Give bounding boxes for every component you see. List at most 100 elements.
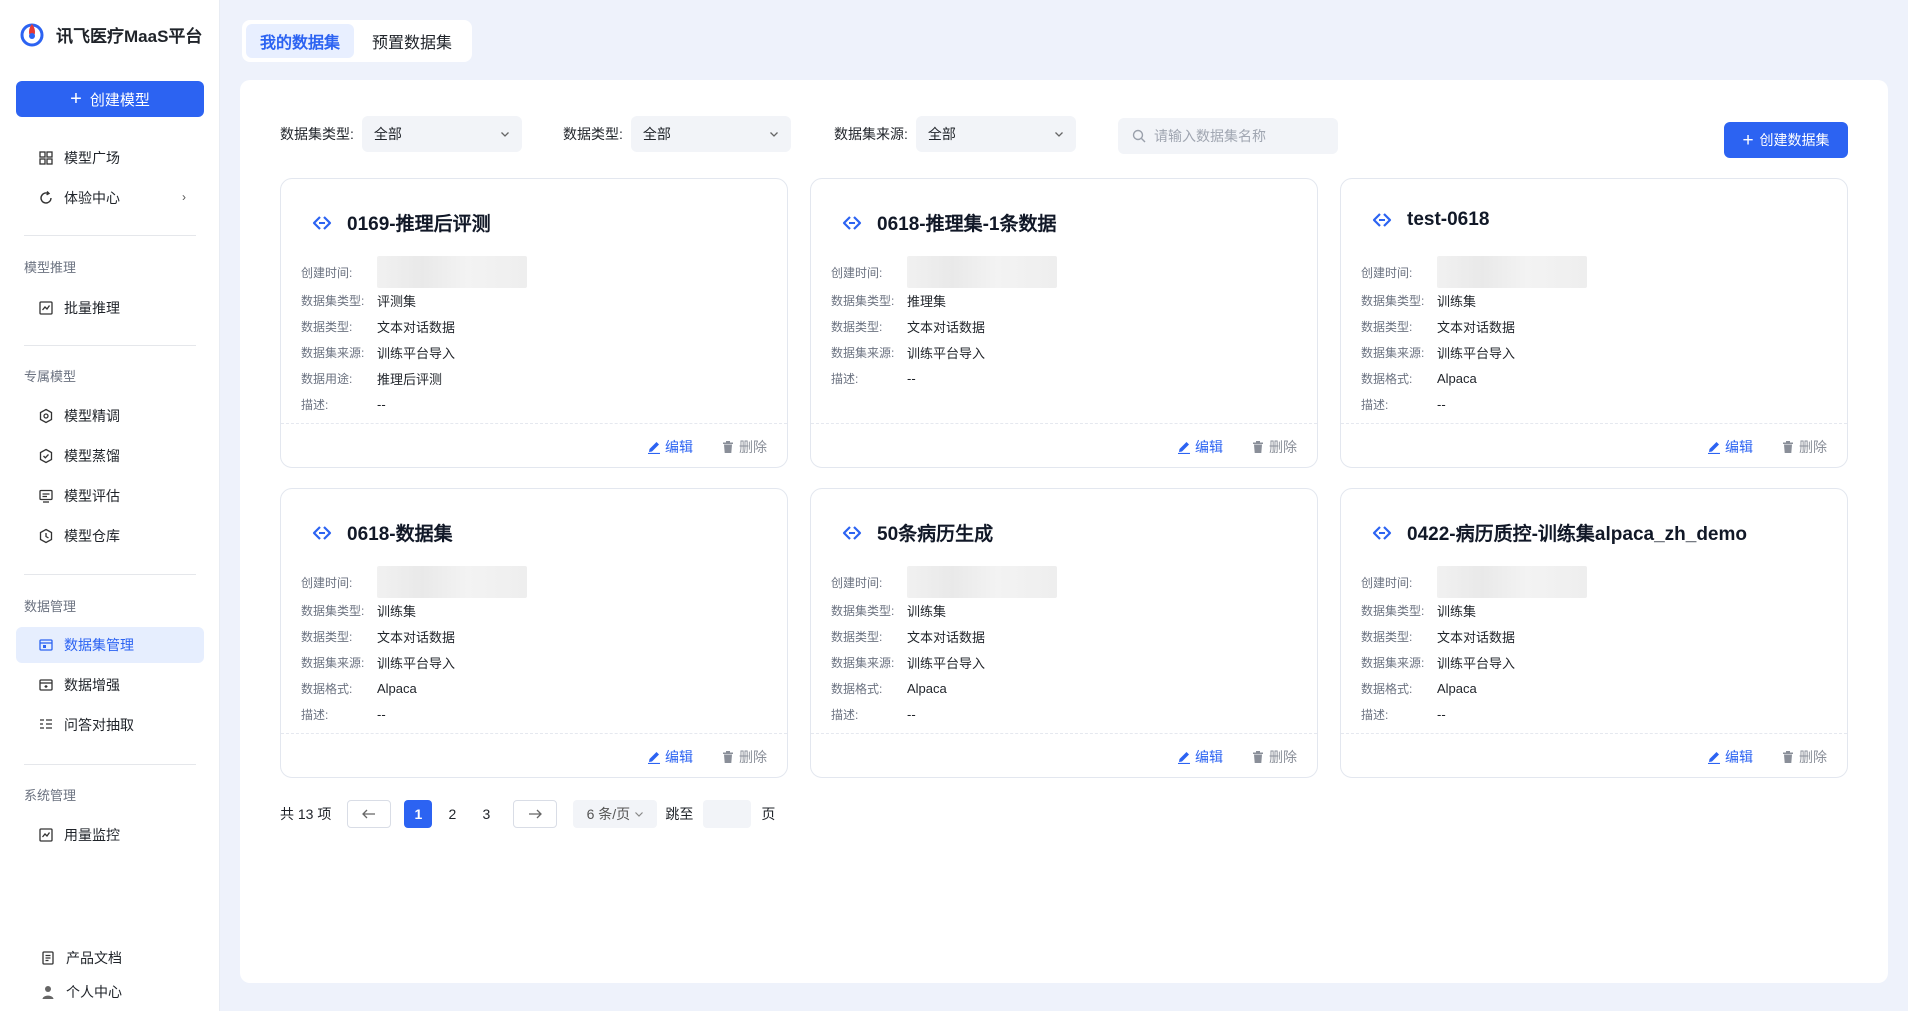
dataset-card[interactable]: 50条病历生成 创建时间: 数据集类型: 训练集 数据类型: 文本对话数据 数据… <box>810 488 1318 778</box>
row-label: 数据集来源: <box>301 655 365 670</box>
filter-data-type: 数据类型: 全部 <box>563 116 791 152</box>
card-actions: 编辑 删除 <box>1341 423 1847 467</box>
edit-button[interactable]: 编辑 <box>1707 747 1753 767</box>
sidebar-item-evaluate[interactable]: 模型评估 <box>16 478 204 514</box>
delete-button[interactable]: 删除 <box>1781 437 1827 457</box>
row-value: 评测集 <box>377 293 417 309</box>
card-title[interactable]: 0422-病历质控-训练集alpaca_zh_demo <box>1407 519 1747 546</box>
dataset-type-select[interactable]: 全部 <box>361 116 522 152</box>
jump-page-input[interactable] <box>703 800 752 828</box>
pagination: 共 13 项 1 2 3 6 条/页 跳至 页 <box>280 800 775 828</box>
card-row-created: 创建时间: <box>1361 566 1587 598</box>
sidebar-item-batch-inference[interactable]: 批量推理 <box>16 290 204 326</box>
card-actions: 编辑 删除 <box>281 423 787 467</box>
card-title[interactable]: test-0618 <box>1407 209 1489 231</box>
prev-page-button[interactable] <box>347 800 392 828</box>
sidebar-item-distill[interactable]: 模型蒸馏 <box>16 438 204 474</box>
dataset-link-icon <box>842 525 862 540</box>
row-value: 文本对话数据 <box>907 629 986 645</box>
row-value: 推理集 <box>907 293 947 309</box>
row-label: 数据集类型: <box>831 293 895 308</box>
sidebar-item-qa-extract[interactable]: 问答对抽取 <box>16 707 204 743</box>
card-title[interactable]: 0618-数据集 <box>347 519 453 546</box>
row-label: 描述: <box>301 707 329 722</box>
sidebar-item-dataset-management[interactable]: 数据集管理 <box>16 627 204 663</box>
edit-button[interactable]: 编辑 <box>647 747 693 767</box>
sidebar-item-fine-tune[interactable]: 模型精调 <box>16 398 204 434</box>
jump-label: 跳至 <box>665 806 694 822</box>
sidebar-item-usage-monitor[interactable]: 用量监控 <box>16 817 204 853</box>
delete-button[interactable]: 删除 <box>1781 747 1827 767</box>
sidebar-item-label: 模型蒸馏 <box>64 448 120 464</box>
create-dataset-button[interactable]: + 创建数据集 <box>1724 122 1848 158</box>
card-row: 数据集来源: 训练平台导入 <box>1361 649 1587 675</box>
card-row: 数据格式: Alpaca <box>301 675 527 701</box>
dataset-card[interactable]: 0422-病历质控-训练集alpaca_zh_demo 创建时间: 数据集类型:… <box>1340 488 1848 778</box>
trash-icon <box>1783 751 1793 763</box>
delete-button[interactable]: 删除 <box>721 437 767 457</box>
source-select[interactable]: 全部 <box>915 116 1076 152</box>
divider <box>24 235 196 236</box>
delete-button[interactable]: 删除 <box>721 747 767 767</box>
sidebar-item-warehouse[interactable]: 模型仓库 <box>16 518 204 554</box>
select-value: 全部 <box>642 126 671 142</box>
dataset-link-icon <box>1372 525 1392 540</box>
row-value: 训练平台导入 <box>377 345 456 361</box>
page-size-select[interactable]: 6 条/页 <box>573 800 658 828</box>
row-label: 创建时间: <box>1361 575 1413 590</box>
delete-button[interactable]: 删除 <box>1251 437 1297 457</box>
sidebar-item-data-augment[interactable]: 数据增强 <box>16 667 204 703</box>
list-icon <box>40 719 52 729</box>
row-value: 训练集 <box>1437 293 1477 309</box>
create-model-button[interactable]: + 创建模型 <box>16 81 204 117</box>
divider <box>24 764 196 765</box>
sidebar-item-model-plaza[interactable]: 模型广场 <box>16 140 204 176</box>
sidebar-item-label: 模型评估 <box>64 488 120 504</box>
row-label: 创建时间: <box>831 265 883 280</box>
row-value: 训练集 <box>907 603 947 619</box>
search-input[interactable] <box>1154 128 1324 144</box>
row-value: 训练平台导入 <box>907 345 986 361</box>
page-number-2[interactable]: 2 <box>438 800 466 828</box>
sidebar-item-docs[interactable]: 产品文档 <box>16 940 204 976</box>
card-title[interactable]: 50条病历生成 <box>877 519 993 546</box>
row-label: 数据类型: <box>1361 629 1413 644</box>
row-label: 描述: <box>301 397 329 412</box>
row-label: 描述: <box>831 707 859 722</box>
card-row: 数据集来源: 训练平台导入 <box>831 649 1057 675</box>
delete-button[interactable]: 删除 <box>1251 747 1297 767</box>
row-value: 训练平台导入 <box>1437 655 1516 671</box>
edit-button[interactable]: 编辑 <box>1177 747 1223 767</box>
card-title[interactable]: 0618-推理集-1条数据 <box>877 209 1057 236</box>
next-page-button[interactable] <box>513 800 558 828</box>
dataset-card[interactable]: test-0618 创建时间: 数据集类型: 训练集 数据类型: 文本对话数据 … <box>1340 178 1848 468</box>
row-value: 文本对话数据 <box>1437 629 1516 645</box>
row-label: 创建时间: <box>831 575 883 590</box>
created-time-redacted <box>1437 256 1587 288</box>
page-number-1[interactable]: 1 <box>404 800 433 828</box>
card-actions: 编辑 删除 <box>281 733 787 777</box>
card-title[interactable]: 0169-推理后评测 <box>347 209 491 236</box>
dataset-card[interactable]: 0169-推理后评测 创建时间: 数据集类型: 评测集 数据类型: 文本对话数据… <box>280 178 788 468</box>
row-value: 文本对话数据 <box>377 629 456 645</box>
edit-button[interactable]: 编辑 <box>1177 437 1223 457</box>
brand[interactable]: 讯飞医疗MaaS平台 <box>18 20 202 48</box>
row-label: 描述: <box>831 371 859 386</box>
card-actions: 编辑 删除 <box>811 733 1317 777</box>
page-number-3[interactable]: 3 <box>472 800 500 828</box>
tab-preset-datasets[interactable]: 预置数据集 <box>358 24 466 58</box>
card-row-created: 创建时间: <box>831 566 1057 598</box>
tab-my-datasets[interactable]: 我的数据集 <box>246 24 355 58</box>
sidebar-item-profile[interactable]: 个人中心 <box>16 974 204 1010</box>
row-value: -- <box>377 396 386 412</box>
edit-button[interactable]: 编辑 <box>1707 437 1753 457</box>
card-row: 数据集类型: 训练集 <box>301 597 527 623</box>
sidebar-item-experience-center[interactable]: 体验中心 › <box>16 180 204 216</box>
pencil-icon <box>1178 752 1190 764</box>
dataset-card[interactable]: 0618-推理集-1条数据 创建时间: 数据集类型: 推理集 数据类型: 文本对… <box>810 178 1318 468</box>
data-type-select[interactable]: 全部 <box>630 116 791 152</box>
dataset-card[interactable]: 0618-数据集 创建时间: 数据集类型: 训练集 数据类型: 文本对话数据 数… <box>280 488 788 778</box>
row-label: 数据集来源: <box>1361 655 1425 670</box>
row-label: 数据用途: <box>301 371 353 386</box>
edit-button[interactable]: 编辑 <box>647 437 693 457</box>
